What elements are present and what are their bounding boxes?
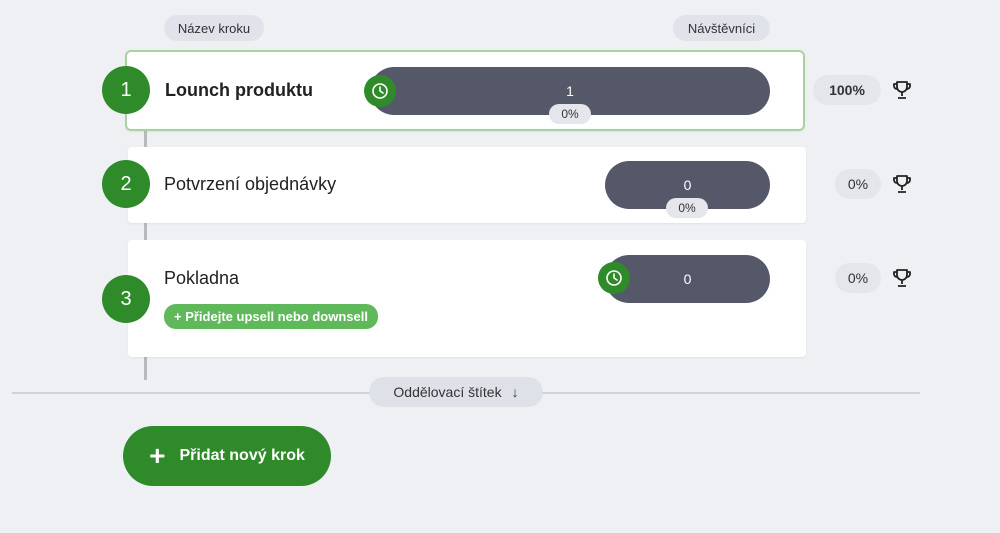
conversion-rate-3: 0%: [835, 263, 881, 293]
add-new-step-label: Přidat nový krok: [179, 447, 305, 464]
plus-icon: +: [149, 440, 166, 471]
visitors-count-3: 0: [683, 271, 692, 287]
step-number-3: 3: [102, 275, 150, 323]
add-upsell-button[interactable]: + Přidejte upsell nebo downsell: [164, 304, 378, 329]
visitors-count-1: 1: [566, 83, 574, 99]
visitors-count-2: 0: [683, 177, 692, 193]
trophy-icon[interactable]: [891, 79, 913, 101]
clock-icon[interactable]: [598, 262, 630, 294]
conversion-rate-2: 0%: [835, 169, 881, 199]
step-name-2[interactable]: Potvrzení objednávky: [164, 174, 336, 195]
step-name-1[interactable]: Lounch produktu: [165, 80, 313, 101]
add-new-step-button[interactable]: + Přidat nový krok: [123, 426, 331, 486]
column-header-step-name: Název kroku: [164, 15, 264, 41]
column-header-visitors: Návštěvníci: [673, 15, 770, 41]
step-number-2: 2: [102, 160, 150, 208]
conversion-rate-1: 100%: [813, 75, 881, 105]
step-number-1: 1: [102, 66, 150, 114]
arrow-down-icon: ↓: [511, 384, 519, 400]
step-name-3[interactable]: Pokladna: [164, 268, 239, 289]
clock-icon[interactable]: [364, 75, 396, 107]
drop-percentage-2: 0%: [666, 198, 708, 218]
trophy-icon[interactable]: [891, 267, 913, 289]
divider-label-chip[interactable]: Oddělovací štítek ↓: [369, 377, 543, 407]
trophy-icon[interactable]: [891, 173, 913, 195]
drop-percentage-1: 0%: [549, 104, 591, 124]
divider-label: Oddělovací štítek: [393, 384, 502, 400]
